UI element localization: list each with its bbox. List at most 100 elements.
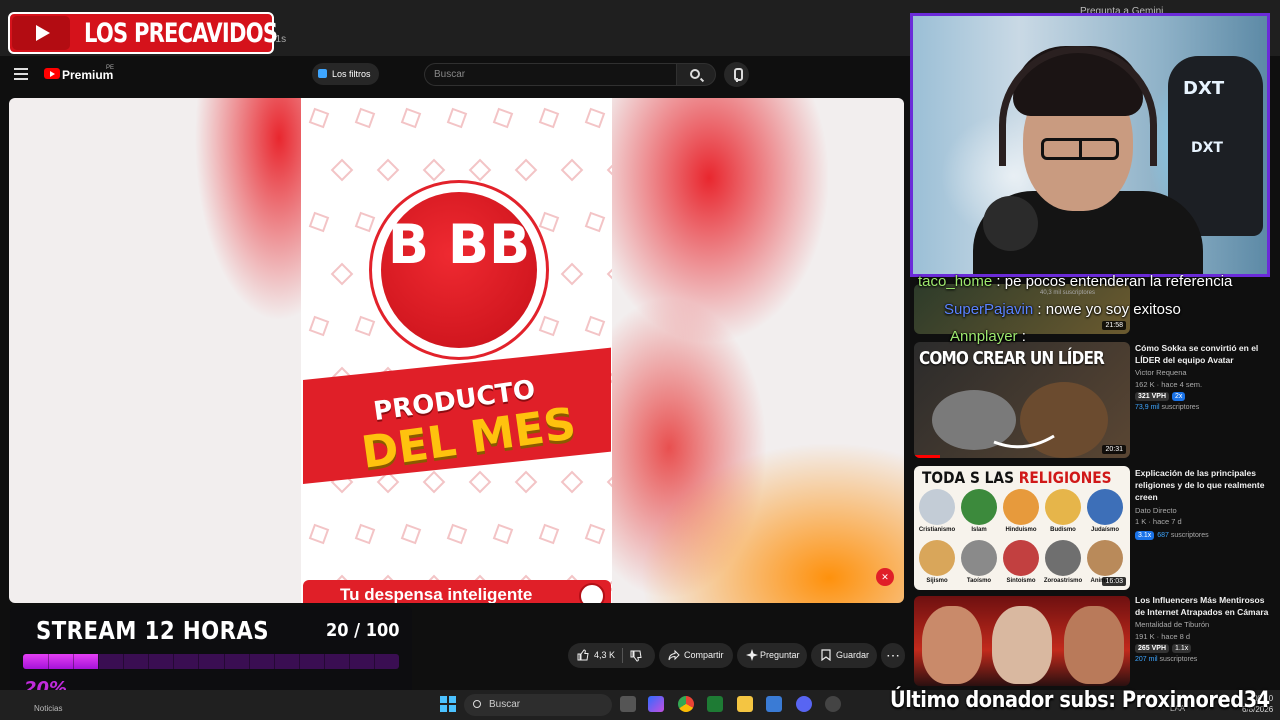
logo-text: B BB (387, 213, 531, 276)
progress-segment (223, 654, 225, 669)
webcam-feed: DXT DXT (910, 13, 1270, 277)
thumbnail-art (914, 382, 1108, 458)
short-video-frame: B BB PRODUCTO DEL MES Tu despensa inteli… (301, 98, 612, 603)
stream-goal-title: STREAM 12 HORAS (36, 616, 269, 645)
rec-2-badges: 321 VPH 2x (1135, 392, 1188, 401)
obs-icon[interactable] (825, 696, 841, 712)
religion-label: Islam (971, 527, 987, 533)
youtube-logo-icon[interactable] (44, 68, 60, 79)
share-arrow-icon (668, 649, 680, 661)
subs-count: 73,9 mil (1135, 404, 1160, 411)
discord-icon[interactable] (796, 696, 812, 712)
footer-slogan: Tu despensa inteligente (340, 585, 533, 603)
multiplier-badge: 1.1x (1172, 644, 1192, 653)
search-input[interactable] (424, 63, 676, 86)
subs-label: suscriptores (1159, 656, 1198, 663)
hamburger-menu-icon[interactable] (14, 68, 28, 80)
heading-part-red: RELIGIONES (1018, 468, 1112, 487)
rec-3-title[interactable]: Explicación de las principales religione… (1135, 467, 1270, 503)
share-button[interactable]: Compartir (659, 643, 733, 668)
religion-label: Judaísmo (1090, 527, 1119, 533)
like-count[interactable]: 4,3 K (594, 643, 615, 668)
rec-thumbnail-4[interactable] (914, 596, 1130, 686)
subs-label: suscriptores (1170, 532, 1209, 539)
save-button[interactable]: Guardar (811, 643, 877, 668)
subs-count: 207 mil (1135, 656, 1158, 663)
thumbnail-face-right (1064, 606, 1124, 684)
rec-2-title[interactable]: Cómo Sokka se convirtió en el LÍDER del … (1135, 342, 1270, 366)
stream-goal-count: 20 / 100 (326, 620, 400, 641)
windows-start-icon[interactable] (440, 696, 456, 712)
youtube-header: Premium PE Los filtros (0, 56, 910, 94)
thumbs-down-icon[interactable] (630, 650, 642, 662)
rec-4-channel[interactable]: Mentalidad de Tiburón (1135, 620, 1209, 629)
progress-fill (23, 654, 99, 669)
video-footer-bar: Tu despensa inteligente (303, 580, 611, 603)
taskbar-search[interactable]: Buscar (464, 694, 612, 716)
vph-badge: 265 VPH (1135, 644, 1170, 653)
chat-username: taco_home (918, 273, 993, 290)
rec-2-meta: 162 K · hace 4 sem. (1135, 380, 1203, 389)
rec-4-badges: 265 VPH 1.1x (1135, 644, 1194, 653)
rec-4-title[interactable]: Los Influencers Más Mentirosos de Intern… (1135, 594, 1270, 618)
sparkle-icon (746, 649, 758, 661)
ask-button[interactable]: Preguntar (737, 643, 807, 668)
rec-thumbnail-3[interactable]: TODA S LAS RELIGIONES Cristianismo Islam H… (914, 466, 1130, 590)
multiplier-badge: 3.1x (1135, 531, 1155, 540)
religion-avatar (961, 540, 997, 576)
search-button[interactable] (676, 63, 716, 86)
vph-badge: 321 VPH (1135, 392, 1170, 401)
bookmark-icon (821, 649, 831, 661)
progress-segment (173, 654, 175, 669)
more-options-icon[interactable] (881, 643, 905, 668)
religion-avatar (1045, 540, 1081, 576)
thumbnail-face-left (922, 606, 982, 684)
rec-thumbnail-2[interactable]: COMO CREAR UN LÍDER 20:31 (914, 342, 1130, 458)
progress-segment (98, 654, 100, 669)
filter-extension-chip[interactable]: Los filtros (312, 63, 379, 85)
rec-4-subs: 207 mil suscriptores (1135, 656, 1197, 663)
subs-label: suscriptores (1161, 404, 1200, 411)
store-icon[interactable] (766, 696, 782, 712)
rec-3-channel[interactable]: Dato Directo (1135, 506, 1177, 515)
copilot-icon[interactable] (648, 696, 664, 712)
religion-label: Sijismo (926, 578, 948, 584)
rec-2-channel[interactable]: Victor Requena (1135, 368, 1187, 377)
progress-segment (123, 654, 125, 669)
progress-segment (48, 654, 50, 669)
share-label: Compartir (684, 650, 724, 660)
chair-logo-mark: DXT (1183, 78, 1225, 99)
duration-badge: 21:58 (1102, 321, 1126, 330)
thumbs-up-icon[interactable] (577, 649, 589, 661)
voice-search-mic-icon[interactable] (724, 62, 749, 87)
chat-username: SuperPajavin (944, 301, 1034, 318)
rec-1-subs: 40,3 mil suscriptores (1040, 290, 1096, 296)
chat-message: taco_home : pe pocos entenderan la refer… (918, 273, 1232, 290)
multiplier-badge: 2x (1172, 392, 1186, 401)
rec-2-subs: 73,9 mil suscriptores (1135, 404, 1199, 411)
progress-segment (198, 654, 200, 669)
progress-segment (273, 654, 275, 669)
file-explorer-icon[interactable] (737, 696, 753, 712)
heading-part-black: TODA S LAS (922, 468, 1019, 487)
progress-segment (73, 654, 75, 669)
thumbnail-face-center (992, 606, 1052, 684)
xbox-icon[interactable] (707, 696, 723, 712)
religion-avatar (919, 540, 955, 576)
chair-logo-mark-small: DXT (1191, 140, 1223, 156)
channel-overlay-badge: LOS PRECAVIDOS (8, 12, 278, 54)
chrome-icon[interactable] (678, 696, 694, 712)
video-player[interactable]: B BB PRODUCTO DEL MES Tu despensa inteli… (9, 98, 904, 603)
thumbnail-heading: TODA S LAS RELIGIONES (922, 468, 1112, 487)
save-label: Guardar (836, 650, 870, 660)
task-view-icon[interactable] (620, 696, 636, 712)
channel-name: LOS PRECAVIDOS (84, 18, 278, 49)
subs-count: 687 (1157, 532, 1169, 539)
religion-avatar (1045, 489, 1081, 525)
glasses (1041, 138, 1119, 160)
religion-avatar (1087, 540, 1123, 576)
chat-message: Annplayer : (950, 328, 1026, 345)
news-widget-label[interactable]: Noticias (34, 704, 62, 713)
chat-message: SuperPajavin : nowe yo soy exitoso (944, 301, 1181, 318)
progress-segment (248, 654, 250, 669)
